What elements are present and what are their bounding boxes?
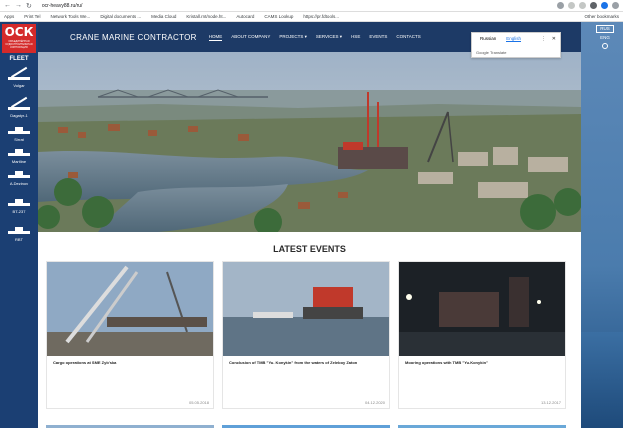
fleet-item-label: Sirrat [14,137,24,142]
fleet-title: FLEET [9,56,29,62]
url-text[interactable]: ocr-heavy88.ru/ru/ [42,3,83,9]
event-date: 13.12.2017 [540,400,561,405]
translate-source-language[interactable]: Russian [480,36,496,42]
fleet-item-label: Volgar [13,83,25,88]
bookmark-item[interactable]: Autocard [236,14,254,19]
translate-target-language[interactable]: English [506,36,522,42]
event-image [47,262,213,356]
event-image [399,262,565,356]
event-date: 05.05.2018 [188,400,209,405]
fleet-item-label: A.Dezinov [9,181,29,186]
reload-icon[interactable]: ↻ [26,2,32,10]
main-nav: HOME ABOUT COMPANY PROJECTS ▾ SERVICES ▾… [208,34,421,41]
page: ОСК ОБЪЕДИНЁННАЯ СУДОСТРОИТЕЛЬНАЯ КОРПОР… [0,22,623,428]
event-card[interactable]: Mooring operations with TMB "Yu.Konykin"… [398,261,566,409]
event-caption: Cargo operations at SME Zyb'ska [53,360,117,365]
event-caption: Mooring operations with TMB "Yu.Konykin" [405,360,488,365]
bookmark-item[interactable]: CAMS Lookup [264,14,293,19]
event-card[interactable]: Cargo operations at SME Zyb'ska 05.05.20… [46,261,214,409]
extension-icon[interactable] [590,2,597,9]
logo-subtitle: ОБЪЕДИНЁННАЯ СУДОСТРОИТЕЛЬНАЯ КОРПОРАЦИЯ [5,40,33,49]
bookmark-item[interactable]: Network Tools We... [50,14,90,19]
fleet-item-martline[interactable]: Martline [0,146,38,164]
ship-icon [6,196,32,208]
fleet-item-label: Martline [11,159,27,164]
bookmark-item[interactable]: Print Tel [24,14,40,19]
other-bookmarks[interactable]: Other bookmarks [584,14,619,19]
bookmark-item[interactable]: Media Cloud [151,14,176,19]
star-icon[interactable] [579,2,586,9]
profile-avatar[interactable] [601,2,608,9]
forward-icon[interactable]: → [15,2,22,9]
company-logo[interactable]: ОСК ОБЪЕДИНЁННАЯ СУДОСТРОИТЕЛЬНАЯ КОРПОР… [2,24,36,53]
fleet-item-bt237[interactable]: BT-237 [0,196,38,214]
event-card-partial[interactable] [46,420,214,428]
close-icon[interactable]: ✕ [552,36,556,42]
share-icon[interactable] [568,2,575,9]
logo-mark: ОСК [4,25,34,39]
event-card-partial[interactable] [398,420,566,428]
nav-home[interactable]: HOME [208,34,223,41]
bookmarks-bar: Apps Print Tel Network Tools We... Digit… [0,12,623,22]
translate-icon[interactable] [557,2,564,9]
event-image [223,262,389,356]
lang-rus-button[interactable]: RUS [596,25,614,33]
fleet-item-dagatyr[interactable]: Dagatyr-1 [0,96,38,118]
nav-events[interactable]: EVENTS [369,34,387,41]
fleet-item-label: BT-237 [12,209,26,214]
event-card-partial[interactable] [222,420,390,428]
fleet-item-sirrat[interactable]: Sirrat [0,124,38,142]
fleet-item-adezinov[interactable]: A.Dezinov [0,168,38,186]
brand-name[interactable]: CRANE MARINE CONTRACTOR [70,33,197,42]
nav-contacts[interactable]: CONTACTS [396,34,420,41]
hero-image [38,52,581,232]
ship-icon [6,146,32,158]
language-controls: RUS ENG [596,25,614,49]
events-section: LATEST EVENTS Cargo operations at SME Zy… [38,232,581,428]
ship-icon [6,168,32,180]
crane-vessel-icon [6,66,32,82]
fleet-item-rbt[interactable]: RBT [0,224,38,242]
fleet-sidebar: ОСК ОБЪЕДИНЁННАЯ СУДОСТРОИТЕЛЬНАЯ КОРПОР… [0,22,38,428]
ship-icon [6,124,32,136]
event-date: 04.12.2020 [364,400,385,405]
back-icon[interactable]: ← [4,2,11,9]
nav-services[interactable]: SERVICES ▾ [316,34,342,41]
bookmark-item[interactable]: Apps [4,14,14,19]
events-title: LATEST EVENTS [273,244,346,254]
search-icon[interactable] [602,43,608,49]
ship-icon [6,224,32,236]
bookmark-item[interactable]: Kristall.rnt/node.ht... [186,14,226,19]
translate-powered-by: Google Translate [476,50,507,55]
lang-eng-button[interactable]: ENG [596,35,614,40]
event-card[interactable]: Conclusion of TMB "Yu. Konykin" from the… [222,261,390,409]
translate-popup: Russian English ⋮ ✕ Google Translate [471,32,561,58]
bookmark-item[interactable]: https://pr.fdtools... [303,14,339,19]
more-options-icon[interactable]: ⋮ [541,36,546,42]
fleet-item-label: RBT [15,237,23,242]
crane-vessel-icon [6,96,32,112]
event-caption: Conclusion of TMB "Yu. Konykin" from the… [229,360,358,365]
fleet-item-volgar[interactable]: Volgar [0,66,38,88]
menu-icon[interactable] [612,2,619,9]
nav-hse[interactable]: HSE [351,34,360,41]
fleet-item-label: Dagatyr-1 [10,113,28,118]
address-bar[interactable]: ← → ↻ ocr-heavy88.ru/ru/ [0,0,623,12]
nav-about[interactable]: ABOUT COMPANY [231,34,270,41]
bookmark-item[interactable]: Digital documents ... [100,14,141,19]
nav-projects[interactable]: PROJECTS ▾ [279,34,307,41]
